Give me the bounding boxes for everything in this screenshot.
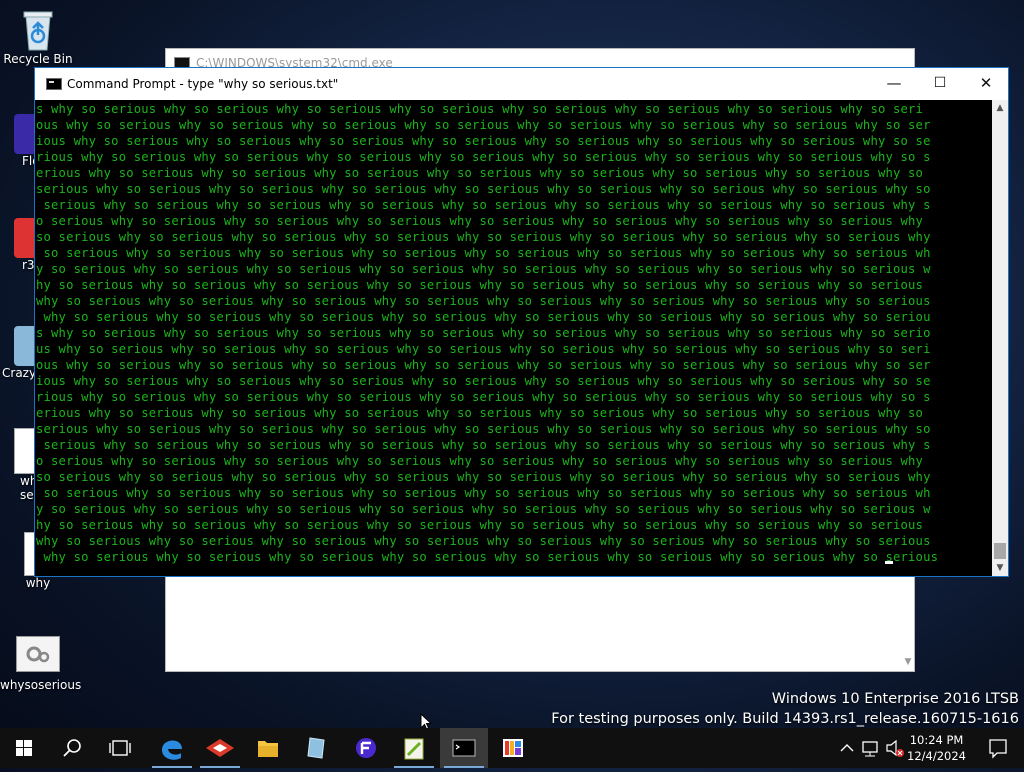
start-button[interactable]: [0, 728, 48, 768]
cmd-titlebar[interactable]: Command Prompt - type "why so serious.tx…: [35, 68, 1008, 100]
scroll-down-arrow-icon[interactable]: ▼: [902, 657, 914, 671]
clock[interactable]: 10:24 PM 12/4/2024: [907, 732, 966, 764]
window-title: Command Prompt - type "why so serious.tx…: [67, 77, 339, 91]
action-center-button[interactable]: [976, 728, 1020, 768]
folder-icon: [258, 741, 278, 757]
colorful-app-icon: [503, 739, 523, 757]
taskbar-notepad-plus[interactable]: [390, 728, 438, 768]
taskbar-edge[interactable]: [148, 728, 196, 768]
tablet-app-icon: [307, 737, 325, 759]
network-tray-button[interactable]: [860, 728, 882, 768]
maximize-button[interactable]: ☐: [917, 68, 963, 100]
taskbar-colorful-app[interactable]: [489, 728, 537, 768]
windows-logo-icon: [16, 740, 32, 756]
f-app-icon: [356, 738, 376, 758]
recycle-bin-shortcut[interactable]: Recycle Bin: [0, 8, 76, 66]
taskbar-cmd[interactable]: [440, 728, 488, 768]
volume-tray-button[interactable]: [884, 728, 906, 768]
show-hidden-icons-button[interactable]: [838, 728, 856, 768]
task-view-icon: [109, 740, 131, 756]
batch-file-icon: [16, 636, 60, 672]
scrollbar-thumb[interactable]: [994, 543, 1006, 559]
search-button[interactable]: [48, 728, 96, 768]
recycle-bin-label: Recycle Bin: [3, 52, 73, 66]
taskbar-file-explorer[interactable]: [244, 728, 292, 768]
desktop-shortcut-whysoserious[interactable]: whysoserious: [0, 636, 82, 692]
command-prompt-window[interactable]: Command Prompt - type "why so serious.tx…: [34, 67, 1009, 577]
vertical-scrollbar[interactable]: ▲ ▼: [992, 100, 1008, 576]
watermark-build: For testing purposes only. Build 14393.r…: [551, 711, 1019, 727]
desktop-label-whysoserious: whysoserious: [0, 678, 82, 692]
taskbar-red-app[interactable]: [196, 728, 244, 768]
windows-watermark: Windows 10 Enterprise 2016 LTSB For test…: [551, 689, 1019, 729]
console-text: s why so serious why so serious why so s…: [36, 102, 939, 564]
chevron-up-icon: [840, 744, 854, 752]
edge-icon: [162, 740, 182, 760]
notepad-plus-icon: [404, 738, 424, 760]
taskbar-tablet-app[interactable]: [292, 728, 340, 768]
cmd-icon: [452, 739, 476, 757]
watermark-edition: Windows 10 Enterprise 2016 LTSB: [771, 691, 1019, 707]
clock-time: 10:24 PM: [909, 733, 964, 747]
text-cursor: [885, 561, 893, 564]
taskbar-f-app[interactable]: [342, 728, 390, 768]
volume-muted-icon: [886, 739, 904, 757]
clock-date: 12/4/2024: [907, 749, 966, 763]
minimize-button[interactable]: —: [871, 68, 917, 100]
scroll-up-arrow-icon[interactable]: ▲: [992, 100, 1008, 116]
recycle-bin-icon: [18, 8, 58, 51]
close-button[interactable]: ✕: [963, 68, 1009, 100]
notification-icon: [989, 739, 1007, 759]
cmd-icon: [46, 78, 62, 90]
task-view-button[interactable]: [96, 728, 144, 768]
scroll-down-arrow-icon[interactable]: ▼: [992, 560, 1008, 576]
console-output[interactable]: s why so serious why so serious why so s…: [35, 100, 992, 576]
red-app-icon: [206, 739, 234, 757]
search-icon: [63, 739, 81, 757]
desktop-label-why: why: [25, 576, 51, 590]
taskbar: 10:24 PM 12/4/2024: [0, 728, 1024, 768]
network-icon: [862, 741, 878, 757]
